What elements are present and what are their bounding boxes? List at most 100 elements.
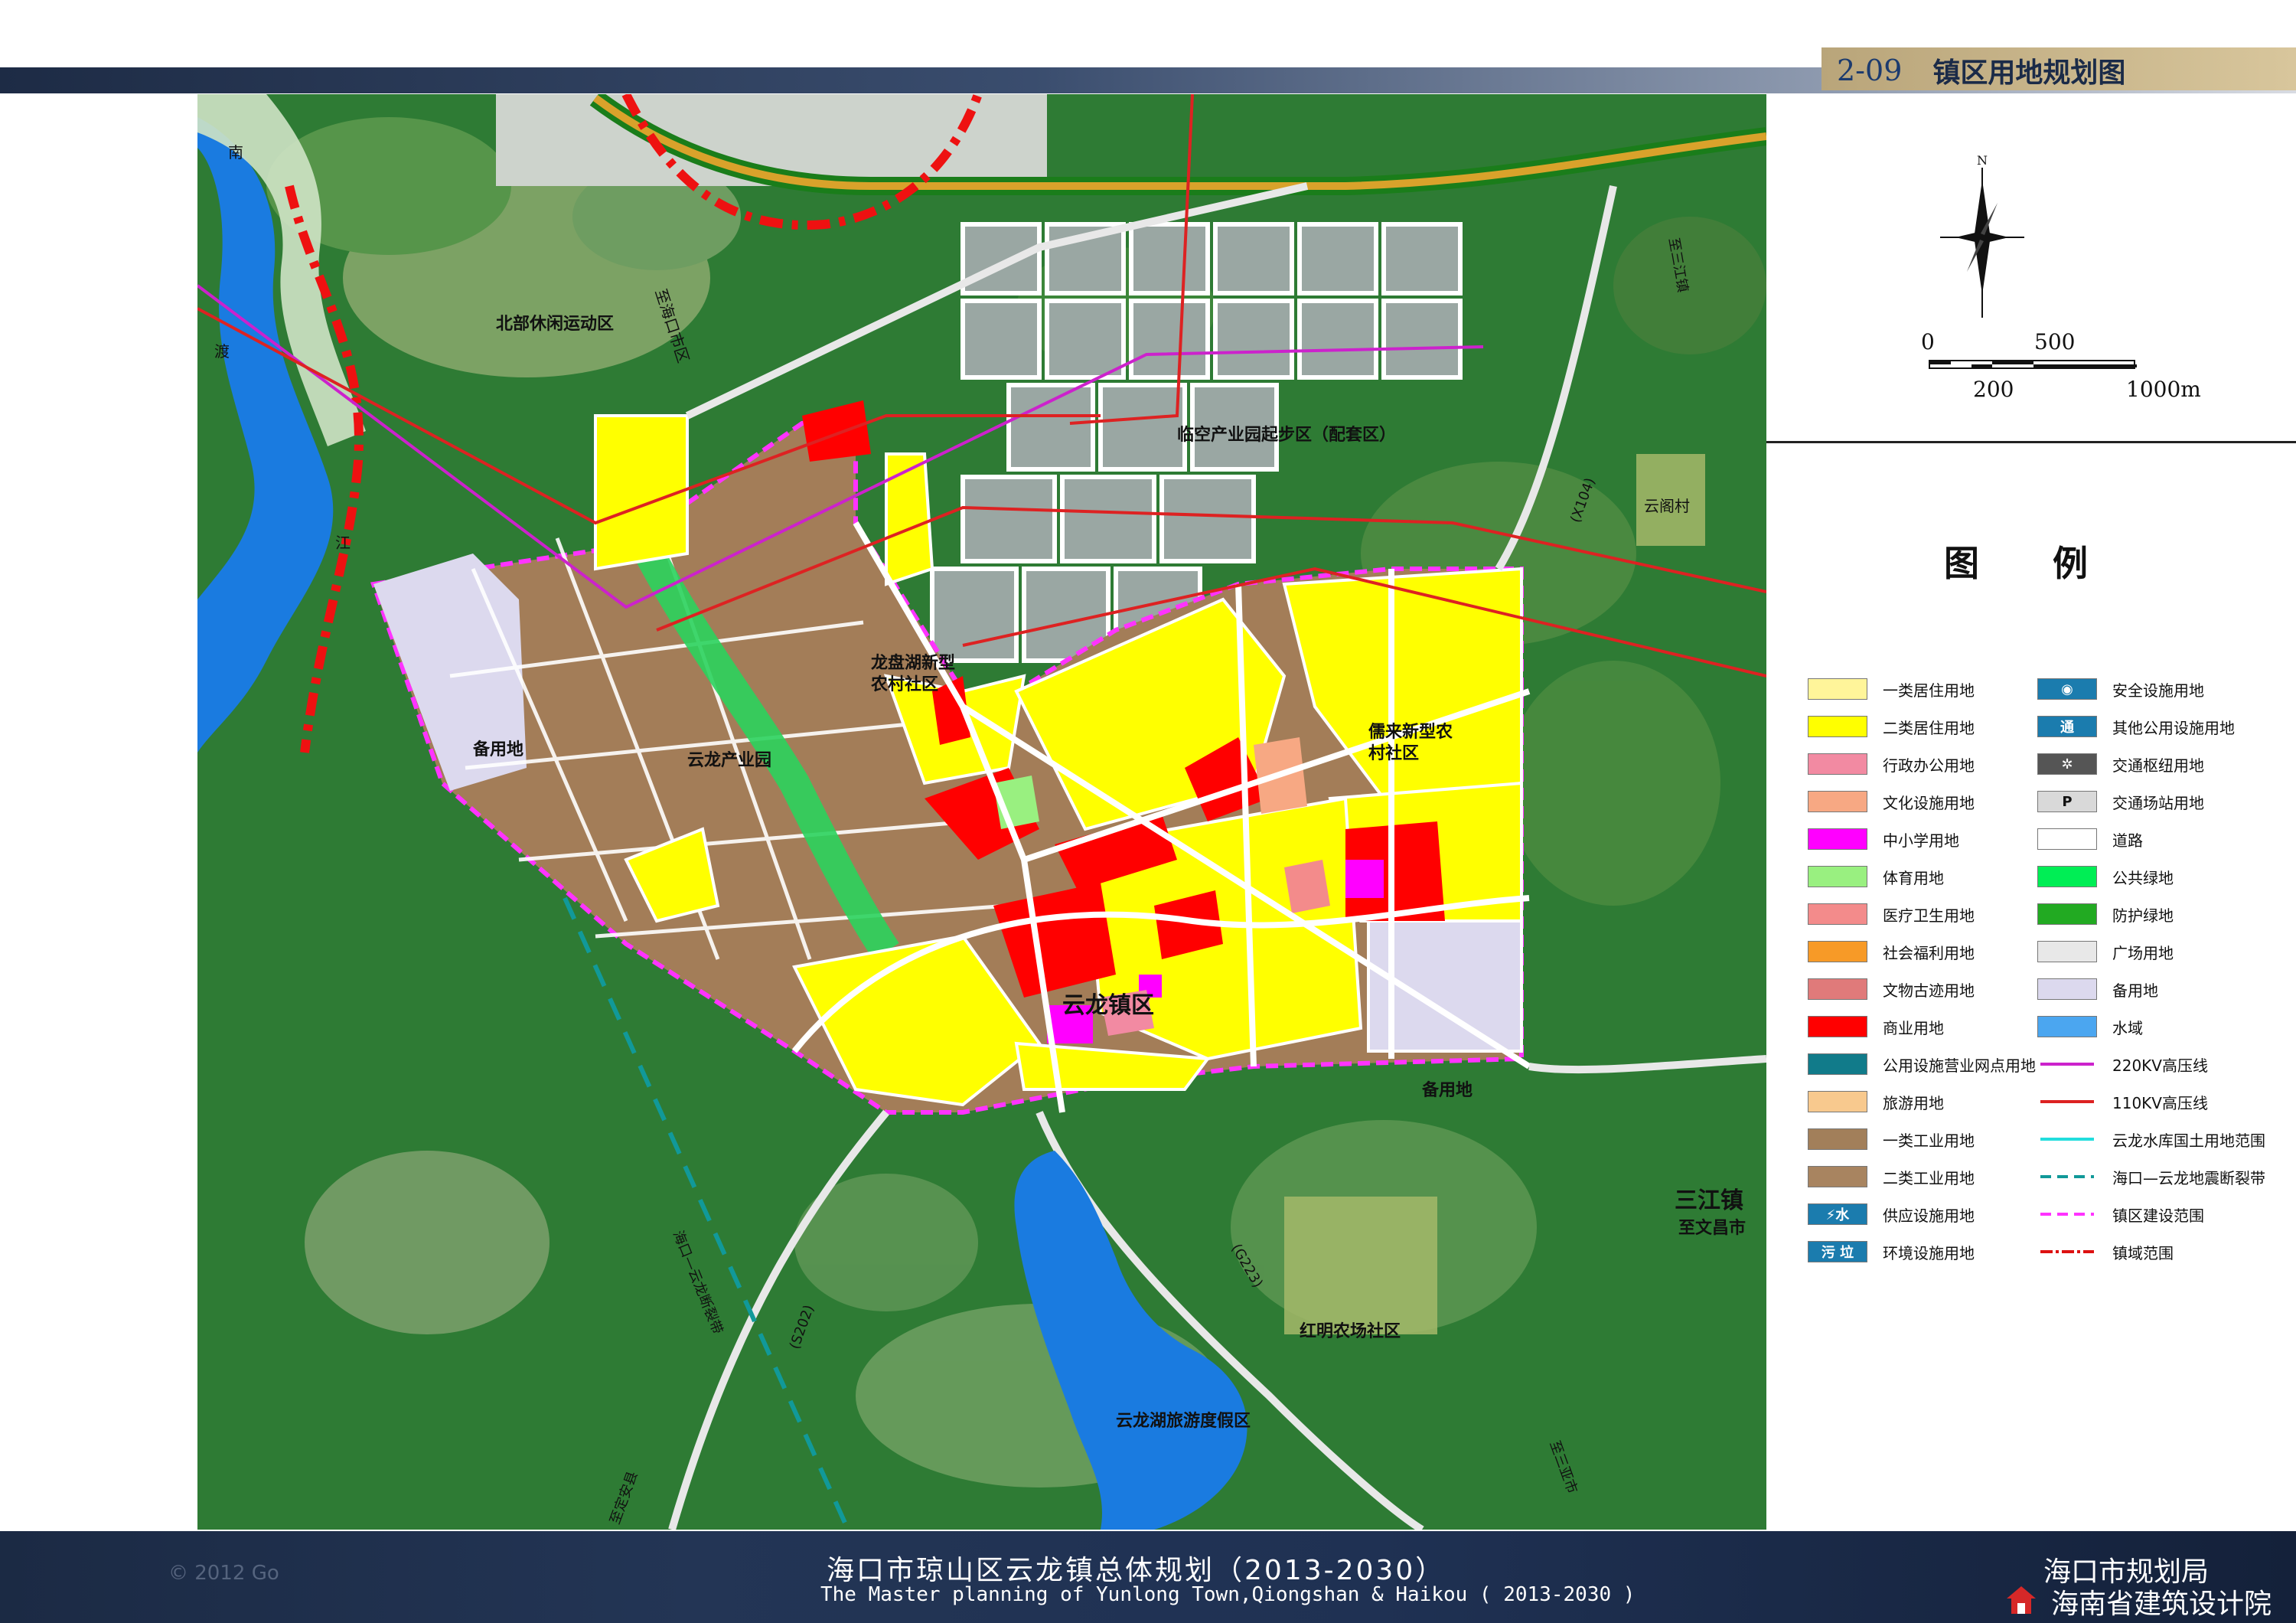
legend-item-left-0: 一类居住用地 (1808, 674, 1975, 704)
legend-item-left-11: 旅游用地 (1808, 1086, 1944, 1117)
legend-label: 道路 (2112, 831, 2143, 850)
legend-swatch-icon: P (2037, 791, 2097, 812)
legend-label: 防护绿地 (2112, 906, 2174, 925)
legend-swatch (2037, 1203, 2097, 1225)
legend-label: 公共绿地 (2112, 868, 2174, 887)
legend-swatch (1808, 1091, 1867, 1112)
label-yunlong-industry: 云龙产业园 (687, 751, 772, 770)
legend-swatch (1808, 828, 1867, 850)
legend-label: 环境设施用地 (1883, 1243, 1975, 1262)
label-yunge: 云阁村 (1644, 497, 1690, 515)
scale-bar: 0 500 200 1000m (1921, 329, 2201, 413)
legend-item-left-2: 行政办公用地 (1808, 749, 1975, 779)
legend-swatch (1808, 941, 1867, 962)
footer-title-cn: 海口市琼山区云龙镇总体规划（2013-2030） (827, 1555, 1446, 1586)
footer-bar: © 2012 Go 海口市琼山区云龙镇总体规划（2013-2030） The M… (0, 1531, 2296, 1623)
legend-label: 220KV高压线 (2112, 1056, 2208, 1075)
legend-swatch (2037, 1166, 2097, 1187)
hongming-farm (1284, 1197, 1437, 1334)
legend-swatch-icon: ⚡水 (1808, 1203, 1867, 1225)
legend-item-right-5: 公共绿地 (2037, 861, 2174, 892)
legend-item-right-12: 云龙水库国土用地范围 (2037, 1124, 2265, 1154)
legend-swatch (2037, 941, 2097, 962)
scale-label-0: 0 (1921, 329, 1935, 354)
legend-item-left-9: 商业用地 (1808, 1011, 1944, 1042)
legend-label: 医疗卫生用地 (1883, 906, 1975, 925)
legend-label: 海口—云龙地震断裂带 (2112, 1168, 2265, 1187)
scale-label-500: 500 (2034, 329, 2076, 354)
legend-title: 图 例 (1944, 543, 2119, 584)
legend-label: 文物古迹用地 (1883, 981, 1975, 1000)
legend-swatch (1808, 753, 1867, 775)
legend: 一类居住用地 二类居住用地 行政办公用地 文化设施用地 中小学用地 体育用地 医疗卫生用地社… (1808, 674, 2290, 1271)
legend-item-right-8: 备用地 (2037, 974, 2158, 1004)
legend-swatch (1808, 1128, 1867, 1150)
label-river-jiang: 江 (335, 534, 351, 552)
legend-swatch (2037, 978, 2097, 1000)
legend-label: 镇域范围 (2112, 1243, 2174, 1262)
legend-item-right-10: 220KV高压线 (2037, 1049, 2208, 1079)
legend-item-left-3: 文化设施用地 (1808, 786, 1975, 817)
label-to-wenchang: 至文昌市 (1678, 1219, 1746, 1238)
legend-label: 广场用地 (2112, 943, 2174, 962)
legend-divider (1766, 441, 2296, 443)
sheet-title: 2-09 镇区用地规划图 (1829, 49, 2281, 92)
legend-swatch (1808, 1166, 1867, 1187)
sheet-name: 镇区用地规划图 (1932, 57, 2126, 89)
legend-item-right-6: 防护绿地 (2037, 899, 2174, 929)
legend-item-right-7: 广场用地 (2037, 936, 2174, 967)
label-sanjiang: 三江镇 (1675, 1187, 1743, 1214)
watermark-stamp: © 2012 Go (168, 1562, 279, 1585)
legend-label: 旅游用地 (1883, 1093, 1944, 1112)
sheet-number: 2-09 (1837, 54, 1903, 87)
legend-swatch (1808, 866, 1867, 887)
legend-swatch (2037, 1091, 2097, 1112)
label-longpan: 龙盘湖新型农村社区 (871, 654, 956, 694)
legend-item-right-4: 道路 (2037, 824, 2143, 854)
legend-item-right-14: 镇区建设范围 (2037, 1199, 2204, 1229)
legend-swatch-icon: 通 (2037, 716, 2097, 737)
legend-label: 一类工业用地 (1883, 1131, 1975, 1150)
legend-item-left-5: 体育用地 (1808, 861, 1944, 892)
legend-item-left-13: 二类工业用地 (1808, 1161, 1975, 1192)
legend-label: 二类居住用地 (1883, 718, 1975, 737)
label-river-du: 渡 (214, 342, 230, 361)
label-yunlong-town: 云龙镇区 (1062, 992, 1154, 1019)
legend-swatch (1808, 1053, 1867, 1075)
legend-item-left-15: 污 垃环境设施用地 (1808, 1236, 1975, 1267)
legend-item-right-1: 通其他公用设施用地 (2037, 711, 2235, 742)
legend-swatch-icon: ✲ (2037, 753, 2097, 775)
footer-title-en: The Master planning of Yunlong Town,Qion… (820, 1583, 1636, 1606)
legend-swatch (2037, 1053, 2097, 1075)
land-use-map: 北部休闲运动区 至海口市区 临空产业园起步区（配套区） 龙盘湖新型农村社区 云龙… (197, 94, 1766, 1530)
legend-item-left-10: 公用设施营业网点用地 (1808, 1049, 2036, 1079)
compass-north-letter: N (1977, 153, 1988, 168)
legend-item-right-2: ✲ 交通枢纽用地 (2037, 749, 2204, 779)
label-river-nan: 南 (228, 143, 243, 162)
legend-item-right-9: 水域 (2037, 1011, 2143, 1042)
label-reserve-left: 备用地 (473, 740, 524, 759)
legend-item-left-12: 一类工业用地 (1808, 1124, 1975, 1154)
legend-item-right-3: P 交通场站用地 (2037, 786, 2204, 817)
map-drawing (197, 94, 1766, 1530)
legend-item-right-0: ◉ 安全设施用地 (2037, 674, 2204, 704)
legend-label: 交通场站用地 (2112, 793, 2204, 812)
label-yunlong-lake: 云龙湖旅游度假区 (1116, 1412, 1251, 1431)
label-lingkong: 临空产业园起步区（配套区） (1177, 426, 1397, 445)
legend-item-left-6: 医疗卫生用地 (1808, 899, 1975, 929)
legend-label: 其他公用设施用地 (2112, 718, 2235, 737)
label-hongming: 红明农场社区 (1300, 1322, 1401, 1341)
legend-item-right-13: 海口—云龙地震断裂带 (2037, 1161, 2265, 1192)
legend-swatch (1808, 978, 1867, 1000)
legend-label: 镇区建设范围 (2112, 1206, 2204, 1225)
legend-swatch (2037, 1241, 2097, 1262)
legend-label: 体育用地 (1883, 868, 1944, 887)
scale-track (1929, 360, 2137, 369)
legend-swatch-icon: 污 垃 (1808, 1241, 1867, 1262)
legend-item-right-15: 镇域范围 (2037, 1236, 2174, 1267)
legend-label: 一类居住用地 (1883, 681, 1975, 700)
legend-swatch (1808, 716, 1867, 737)
legend-label: 110KV高压线 (2112, 1093, 2208, 1112)
legend-item-left-8: 文物古迹用地 (1808, 974, 1975, 1004)
legend-label: 安全设施用地 (2112, 681, 2204, 700)
